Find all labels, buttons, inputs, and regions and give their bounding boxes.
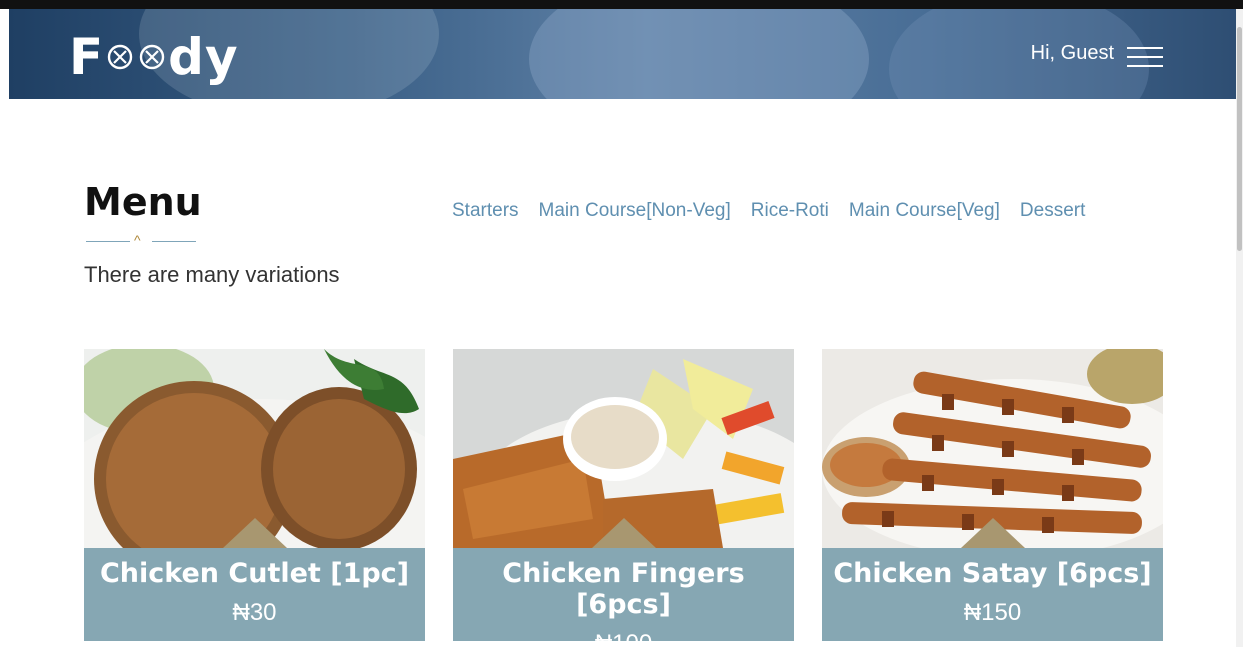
category-link-rice-roti[interactable]: Rice-Roti (751, 200, 829, 222)
fork-spoon-icon (104, 27, 136, 87)
hamburger-icon[interactable] (1127, 47, 1163, 69)
chevron-up-icon: ^ (134, 232, 141, 248)
scrollbar-thumb[interactable] (1237, 27, 1242, 251)
fork-spoon-icon (136, 27, 168, 87)
item-price: ₦150 (963, 599, 1022, 626)
category-link-main-course-non-veg[interactable]: Main Course[Non-Veg] (539, 200, 731, 222)
caption-pointer (960, 518, 1025, 548)
item-price: ₦100 (453, 630, 794, 641)
menu-item-card[interactable]: Chicken Satay [6pcs] ₦150 (822, 349, 1163, 641)
item-name: Chicken Fingers [6pcs] (502, 558, 745, 620)
category-link-main-course-veg[interactable]: Main Course[Veg] (849, 200, 1000, 222)
user-greeting: Hi, Guest (1030, 42, 1114, 64)
item-price: ₦30 (232, 599, 277, 626)
menu-item-card[interactable]: Chicken Fingers [6pcs] ₦100 (453, 349, 794, 641)
menu-item-card[interactable]: Chicken Cutlet [1pc] ₦30 (84, 349, 425, 641)
item-caption: Chicken Fingers [6pcs] ₦100 (453, 518, 794, 641)
menu-title: Menu (84, 180, 202, 224)
site-header: F dy Hi, Guest (9, 9, 1236, 99)
top-strip (0, 0, 1243, 9)
brand-logo[interactable]: F dy (69, 27, 239, 87)
caption-pointer (222, 518, 287, 548)
page-scrollbar[interactable] (1236, 9, 1243, 647)
menu-subtitle: There are many variations (84, 262, 340, 287)
item-name: Chicken Cutlet [1pc] (99, 558, 410, 589)
item-caption: Chicken Satay [6pcs] ₦150 (822, 518, 1163, 641)
header-bg-shape (529, 9, 869, 99)
logo-letter-f: F (69, 28, 105, 86)
logo-letters-dy: dy (168, 28, 239, 86)
category-link-dessert[interactable]: Dessert (1020, 200, 1085, 222)
category-nav: Starters Main Course[Non-Veg] Rice-Roti … (452, 200, 1085, 222)
category-link-starters[interactable]: Starters (452, 200, 519, 222)
item-name: Chicken Satay [6pcs] (833, 558, 1152, 589)
caption-pointer (591, 518, 656, 548)
title-divider: ^ (86, 233, 196, 247)
item-caption: Chicken Cutlet [1pc] ₦30 (84, 518, 425, 641)
